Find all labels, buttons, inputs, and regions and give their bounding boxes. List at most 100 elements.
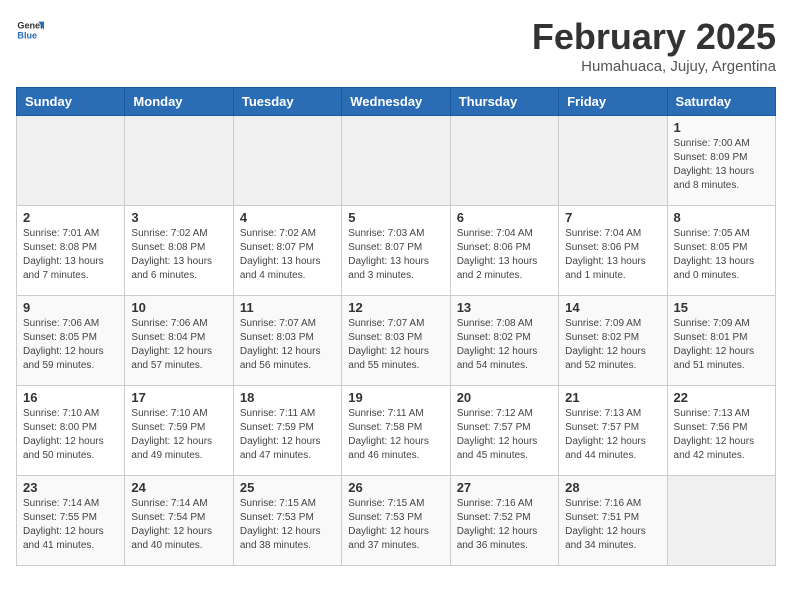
calendar-cell: 22 Sunrise: 7:13 AMSunset: 7:56 PMDayligh… xyxy=(667,386,775,476)
day-info: Sunrise: 7:06 AMSunset: 8:05 PMDaylight:… xyxy=(23,317,118,373)
calendar-cell: 15 Sunrise: 7:09 AMSunset: 8:01 PMDayligh… xyxy=(667,296,775,386)
calendar-cell: 17Sunrise: 7:10 AMSunset: 7:59 PMDayligh… xyxy=(125,386,233,476)
week-row-2: 9 Sunrise: 7:06 AMSunset: 8:05 PMDaylight… xyxy=(17,296,776,386)
day-info: Sunrise: 7:02 AMSunset: 8:07 PMDaylight:… xyxy=(240,227,335,283)
day-info: Sunrise: 7:13 AMSunset: 7:57 PMDaylight:… xyxy=(565,407,660,463)
day-number: 2 xyxy=(23,210,118,225)
weekday-header-monday: Monday xyxy=(125,88,233,116)
day-info: Sunrise: 7:04 AMSunset: 8:06 PMDaylight:… xyxy=(565,227,660,283)
day-info: Sunrise: 7:11 AMSunset: 7:58 PMDaylight:… xyxy=(348,407,443,463)
day-info: Sunrise: 7:14 AMSunset: 7:55 PMDaylight:… xyxy=(23,497,118,553)
day-info: Sunrise: 7:16 AMSunset: 7:51 PMDaylight:… xyxy=(565,497,660,553)
week-row-1: 2 Sunrise: 7:01 AMSunset: 8:08 PMDaylight… xyxy=(17,206,776,296)
calendar-cell: 4 Sunrise: 7:02 AMSunset: 8:07 PMDaylight… xyxy=(233,206,341,296)
day-number: 20 xyxy=(457,390,552,405)
day-number: 5 xyxy=(348,210,443,225)
day-number: 6 xyxy=(457,210,552,225)
calendar-header: SundayMondayTuesdayWednesdayThursdayFrid… xyxy=(17,88,776,116)
day-number: 9 xyxy=(23,300,118,315)
calendar-cell: 23 Sunrise: 7:14 AMSunset: 7:55 PMDayligh… xyxy=(17,476,125,566)
day-number: 27 xyxy=(457,480,552,495)
day-info: Sunrise: 7:04 AMSunset: 8:06 PMDaylight:… xyxy=(457,227,552,283)
calendar-cell xyxy=(233,116,341,206)
calendar-cell: 26 Sunrise: 7:15 AMSunset: 7:53 PMDayligh… xyxy=(342,476,450,566)
calendar-cell: 13 Sunrise: 7:08 AMSunset: 8:02 PMDayligh… xyxy=(450,296,558,386)
calendar-cell: 9 Sunrise: 7:06 AMSunset: 8:05 PMDaylight… xyxy=(17,296,125,386)
weekday-row: SundayMondayTuesdayWednesdayThursdayFrid… xyxy=(17,88,776,116)
day-number: 14 xyxy=(565,300,660,315)
day-number: 22 xyxy=(674,390,769,405)
calendar-subtitle: Humahuaca, Jujuy, Argentina xyxy=(532,58,776,75)
weekday-header-thursday: Thursday xyxy=(450,88,558,116)
calendar-cell: 24Sunrise: 7:14 AMSunset: 7:54 PMDayligh… xyxy=(125,476,233,566)
day-number: 19 xyxy=(348,390,443,405)
day-number: 15 xyxy=(674,300,769,315)
day-number: 17 xyxy=(131,390,226,405)
day-number: 23 xyxy=(23,480,118,495)
header: General Blue February 2025 Humahuaca, Ju… xyxy=(16,16,776,75)
day-number: 21 xyxy=(565,390,660,405)
weekday-header-friday: Friday xyxy=(559,88,667,116)
day-number: 11 xyxy=(240,300,335,315)
day-number: 18 xyxy=(240,390,335,405)
day-info: Sunrise: 7:16 AMSunset: 7:52 PMDaylight:… xyxy=(457,497,552,553)
day-info: Sunrise: 7:05 AMSunset: 8:05 PMDaylight:… xyxy=(674,227,769,283)
weekday-header-wednesday: Wednesday xyxy=(342,88,450,116)
day-info: Sunrise: 7:07 AMSunset: 8:03 PMDaylight:… xyxy=(348,317,443,373)
calendar-cell xyxy=(559,116,667,206)
calendar-cell: 6 Sunrise: 7:04 AMSunset: 8:06 PMDaylight… xyxy=(450,206,558,296)
week-row-0: 1 Sunrise: 7:00 AMSunset: 8:09 PMDaylight… xyxy=(17,116,776,206)
calendar-cell: 18 Sunrise: 7:11 AMSunset: 7:59 PMDayligh… xyxy=(233,386,341,476)
day-info: Sunrise: 7:07 AMSunset: 8:03 PMDaylight:… xyxy=(240,317,335,373)
calendar-cell: 12 Sunrise: 7:07 AMSunset: 8:03 PMDayligh… xyxy=(342,296,450,386)
day-number: 10 xyxy=(131,300,226,315)
weekday-header-tuesday: Tuesday xyxy=(233,88,341,116)
calendar-title: February 2025 xyxy=(532,16,776,58)
weekday-header-saturday: Saturday xyxy=(667,88,775,116)
calendar-cell: 5 Sunrise: 7:03 AMSunset: 8:07 PMDaylight… xyxy=(342,206,450,296)
day-number: 26 xyxy=(348,480,443,495)
week-row-4: 23 Sunrise: 7:14 AMSunset: 7:55 PMDayligh… xyxy=(17,476,776,566)
logo: General Blue xyxy=(16,16,44,44)
day-info: Sunrise: 7:11 AMSunset: 7:59 PMDaylight:… xyxy=(240,407,335,463)
day-info: Sunrise: 7:15 AMSunset: 7:53 PMDaylight:… xyxy=(240,497,335,553)
day-info: Sunrise: 7:12 AMSunset: 7:57 PMDaylight:… xyxy=(457,407,552,463)
day-info: Sunrise: 7:08 AMSunset: 8:02 PMDaylight:… xyxy=(457,317,552,373)
calendar-cell xyxy=(125,116,233,206)
calendar-table: SundayMondayTuesdayWednesdayThursdayFrid… xyxy=(16,87,776,566)
calendar-cell: 25Sunrise: 7:15 AMSunset: 7:53 PMDayligh… xyxy=(233,476,341,566)
day-info: Sunrise: 7:03 AMSunset: 8:07 PMDaylight:… xyxy=(348,227,443,283)
calendar-cell: 21 Sunrise: 7:13 AMSunset: 7:57 PMDayligh… xyxy=(559,386,667,476)
calendar-cell xyxy=(17,116,125,206)
calendar-cell: 1 Sunrise: 7:00 AMSunset: 8:09 PMDaylight… xyxy=(667,116,775,206)
calendar-cell: 10Sunrise: 7:06 AMSunset: 8:04 PMDayligh… xyxy=(125,296,233,386)
day-number: 7 xyxy=(565,210,660,225)
day-number: 4 xyxy=(240,210,335,225)
logo-icon: General Blue xyxy=(16,16,44,44)
day-info: Sunrise: 7:13 AMSunset: 7:56 PMDaylight:… xyxy=(674,407,769,463)
day-number: 13 xyxy=(457,300,552,315)
day-number: 12 xyxy=(348,300,443,315)
day-number: 16 xyxy=(23,390,118,405)
day-info: Sunrise: 7:00 AMSunset: 8:09 PMDaylight:… xyxy=(674,137,769,193)
week-row-3: 16Sunrise: 7:10 AMSunset: 8:00 PMDayligh… xyxy=(17,386,776,476)
calendar-cell: 7 Sunrise: 7:04 AMSunset: 8:06 PMDaylight… xyxy=(559,206,667,296)
day-info: Sunrise: 7:15 AMSunset: 7:53 PMDaylight:… xyxy=(348,497,443,553)
calendar-cell: 2 Sunrise: 7:01 AMSunset: 8:08 PMDaylight… xyxy=(17,206,125,296)
day-info: Sunrise: 7:09 AMSunset: 8:02 PMDaylight:… xyxy=(565,317,660,373)
calendar-cell: 14 Sunrise: 7:09 AMSunset: 8:02 PMDayligh… xyxy=(559,296,667,386)
day-info: Sunrise: 7:09 AMSunset: 8:01 PMDaylight:… xyxy=(674,317,769,373)
calendar-cell: 11 Sunrise: 7:07 AMSunset: 8:03 PMDayligh… xyxy=(233,296,341,386)
calendar-cell xyxy=(450,116,558,206)
calendar-cell xyxy=(342,116,450,206)
svg-text:Blue: Blue xyxy=(17,30,37,40)
day-number: 1 xyxy=(674,120,769,135)
calendar-body: 1 Sunrise: 7:00 AMSunset: 8:09 PMDaylight… xyxy=(17,116,776,566)
day-info: Sunrise: 7:02 AMSunset: 8:08 PMDaylight:… xyxy=(131,227,226,283)
calendar-cell: 3Sunrise: 7:02 AMSunset: 8:08 PMDaylight… xyxy=(125,206,233,296)
calendar-cell: 16Sunrise: 7:10 AMSunset: 8:00 PMDayligh… xyxy=(17,386,125,476)
calendar-cell xyxy=(667,476,775,566)
title-area: February 2025 Humahuaca, Jujuy, Argentin… xyxy=(532,16,776,75)
day-info: Sunrise: 7:01 AMSunset: 8:08 PMDaylight:… xyxy=(23,227,118,283)
day-number: 8 xyxy=(674,210,769,225)
